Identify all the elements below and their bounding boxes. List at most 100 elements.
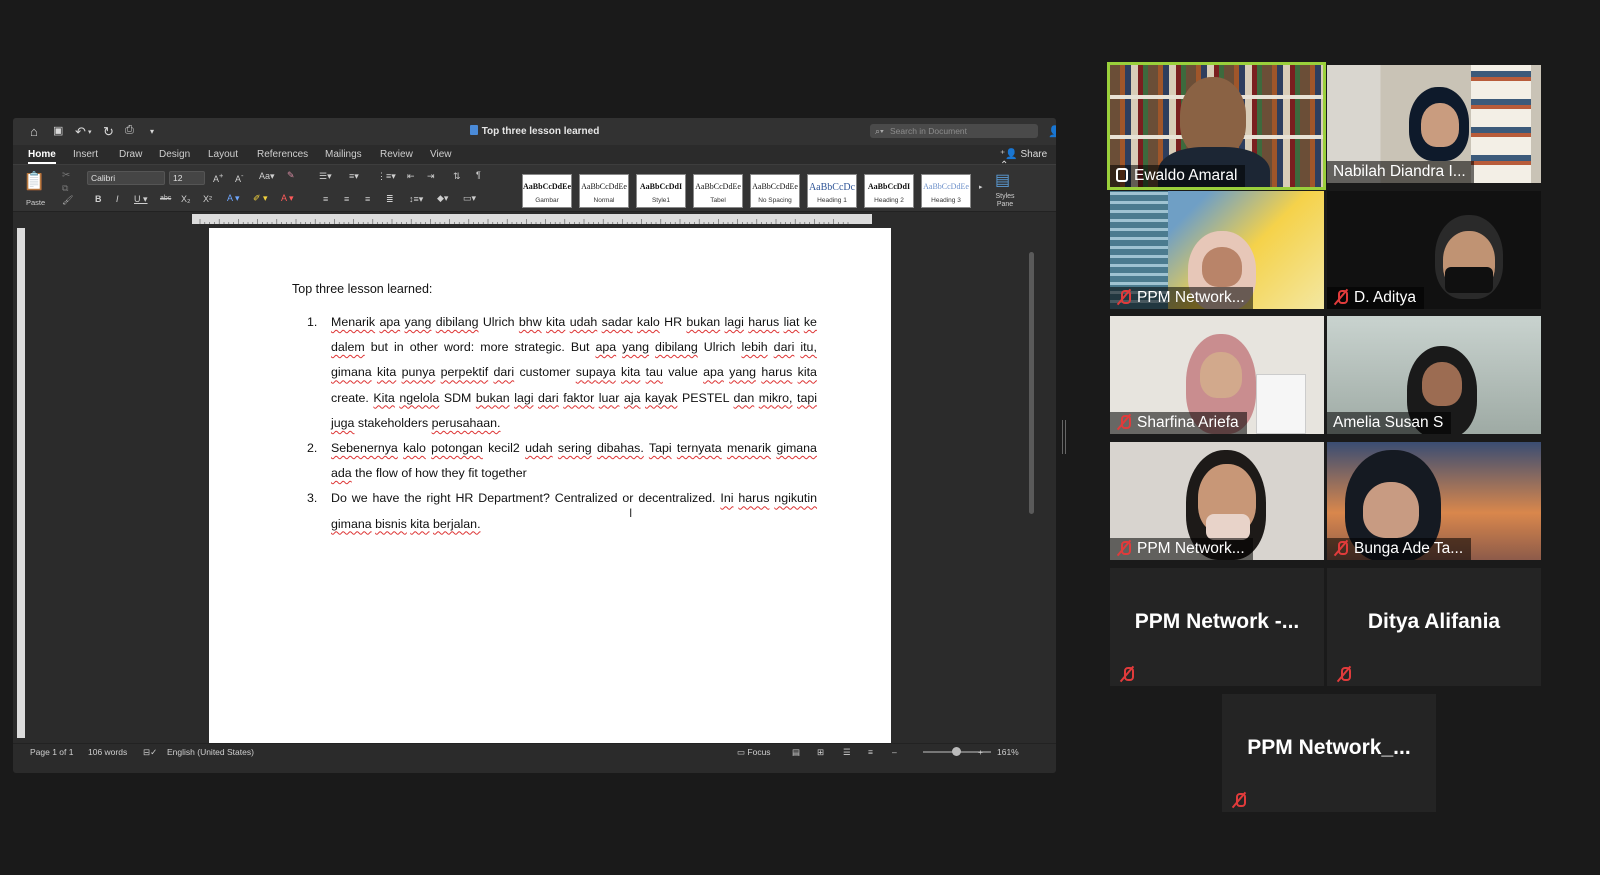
document-word[interactable]: ternyata (677, 441, 722, 455)
document-word[interactable]: customer (519, 365, 570, 379)
document-word[interactable]: But (571, 340, 590, 354)
document-word[interactable]: kita (546, 315, 565, 329)
participant-tile[interactable]: Amelia Susan S (1327, 316, 1541, 434)
document-heading[interactable]: Top three lesson learned: (292, 282, 432, 296)
document-word[interactable]: word: (444, 340, 474, 354)
account-icon[interactable]: 👤 (1048, 125, 1056, 138)
font-size-select[interactable]: 12 (169, 171, 205, 185)
document-word[interactable]: perpektif (441, 365, 489, 379)
document-word[interactable]: tapi (797, 391, 817, 405)
paste-label[interactable]: Paste (26, 198, 45, 207)
bullets-icon[interactable]: ☰▾ (319, 171, 332, 182)
styles-pane-label[interactable]: Styles Pane (990, 193, 1020, 209)
document-word[interactable]: kalo (637, 315, 660, 329)
zoom-in-icon[interactable]: + (978, 747, 983, 757)
document-word[interactable]: how (415, 466, 438, 480)
page-count[interactable]: Page 1 of 1 (30, 747, 73, 757)
document-word[interactable]: harus (748, 315, 779, 329)
document-word[interactable]: dari (493, 365, 514, 379)
style-no-spacing[interactable]: AaBbCcDdEe No Spacing (750, 174, 800, 208)
participant-tile[interactable]: Nabilah Diandra I... (1327, 65, 1541, 183)
participant-tile[interactable]: Sharfina Ariefa (1110, 316, 1324, 434)
document-word[interactable]: luar (599, 391, 620, 405)
view-splitter-handle[interactable] (1062, 420, 1066, 454)
document-word[interactable]: berjalan. (433, 517, 481, 531)
document-word[interactable]: the (404, 491, 421, 505)
document-word[interactable]: bukan (686, 315, 720, 329)
document-word[interactable]: bhw (519, 315, 542, 329)
increase-indent-icon[interactable]: ⇥ (427, 171, 435, 182)
document-word[interactable]: faktor (563, 391, 594, 405)
document-word[interactable]: kita (377, 365, 396, 379)
outline-view-icon[interactable]: ☰ (843, 747, 851, 758)
document-word[interactable]: Ulrich (704, 340, 736, 354)
document-word[interactable]: kita (621, 365, 640, 379)
paste-icon[interactable]: 📋 (23, 171, 45, 192)
change-case-icon[interactable]: Aa▾ (259, 171, 275, 182)
increase-font-icon[interactable]: A+ (213, 171, 223, 184)
search-in-document-input[interactable]: ⌕▾ Search in Document (870, 124, 1038, 138)
proofing-icon[interactable]: ⊟✓ (143, 747, 157, 758)
document-word[interactable]: of (401, 466, 411, 480)
document-word[interactable]: udah (570, 315, 598, 329)
document-word[interactable]: apa (379, 315, 400, 329)
document-word[interactable]: sering (558, 441, 592, 455)
document-word[interactable]: dari (538, 391, 559, 405)
document-word[interactable]: Ulrich (483, 315, 515, 329)
participant-tile[interactable]: Ditya Alifania (1327, 568, 1541, 686)
zoom-level[interactable]: 161% (997, 747, 1019, 757)
document-page[interactable]: Top three lesson learned: 1. Menarik apa … (209, 228, 891, 746)
document-word[interactable]: juga (331, 416, 354, 430)
document-word[interactable]: bukan (476, 391, 510, 405)
document-word[interactable]: yang (405, 315, 432, 329)
document-word[interactable]: dari (774, 340, 795, 354)
line-spacing-icon[interactable]: ↕≡▾ (409, 194, 423, 205)
cut-icon[interactable]: ✂ (62, 170, 70, 181)
list-item-text[interactable]: Do we have the right HR Department? Cent… (331, 486, 817, 536)
document-word[interactable]: but (371, 340, 388, 354)
sort-icon[interactable]: ⇅ (453, 171, 461, 182)
shading-icon[interactable]: ◆▾ (437, 193, 448, 204)
participant-tile[interactable]: Bunga Ade Ta... (1327, 442, 1541, 560)
document-word[interactable]: lebih (741, 340, 767, 354)
document-word[interactable]: dibilang (655, 340, 698, 354)
tab-review[interactable]: Review (380, 149, 413, 160)
participant-tile[interactable]: PPM Network_... (1222, 694, 1436, 812)
document-word[interactable]: flow (376, 466, 398, 480)
document-word[interactable]: dan (734, 391, 755, 405)
document-word[interactable]: udah (525, 441, 553, 455)
decrease-font-icon[interactable]: A- (235, 171, 244, 184)
align-right-icon[interactable]: ≡ (365, 194, 370, 204)
decrease-indent-icon[interactable]: ⇤ (407, 171, 415, 182)
document-word[interactable]: gimana (331, 365, 372, 379)
document-word[interactable]: potongan (431, 441, 483, 455)
list-item[interactable]: 2. Sebenernya kalo potongan kecil2 udah s… (307, 436, 817, 486)
superscript-icon[interactable]: X² (203, 194, 212, 204)
document-word[interactable]: kalo (403, 441, 426, 455)
list-item[interactable]: 3. Do we have the right HR Department? Ce… (307, 486, 817, 536)
document-word[interactable]: liat (784, 315, 800, 329)
participant-tile[interactable]: PPM Network... (1110, 442, 1324, 560)
highlight-icon[interactable]: ✐ ▾ (253, 193, 268, 204)
list-item[interactable]: 1. Menarik apa yang dibilang Ulrich bhw k… (307, 310, 817, 436)
document-word[interactable]: dalem (331, 340, 365, 354)
document-word[interactable]: or (622, 491, 633, 505)
document-word[interactable]: in (394, 340, 404, 354)
document-word[interactable]: dibahas. (597, 441, 644, 455)
document-word[interactable]: gimana (776, 441, 817, 455)
document-word[interactable]: Do (331, 491, 347, 505)
list-item-text[interactable]: Menarik apa yang dibilang Ulrich bhw kit… (331, 310, 817, 436)
document-word[interactable]: ngelola (399, 391, 439, 405)
participant-tile[interactable]: D. Aditya (1327, 191, 1541, 309)
style-heading-2[interactable]: AaBbCcDdI Heading 2 (864, 174, 914, 208)
clear-formatting-icon[interactable]: ✎ (287, 170, 295, 181)
tab-design[interactable]: Design (159, 149, 190, 160)
tab-insert[interactable]: Insert (73, 149, 98, 160)
document-word[interactable]: together (481, 466, 526, 480)
align-center-icon[interactable]: ≡ (344, 194, 349, 204)
italic-icon[interactable]: I (116, 194, 119, 204)
document-word[interactable]: more (480, 340, 508, 354)
document-word[interactable]: kecil2 (488, 441, 520, 455)
vertical-scrollbar[interactable] (1029, 252, 1034, 514)
document-word[interactable]: lagi (725, 315, 744, 329)
